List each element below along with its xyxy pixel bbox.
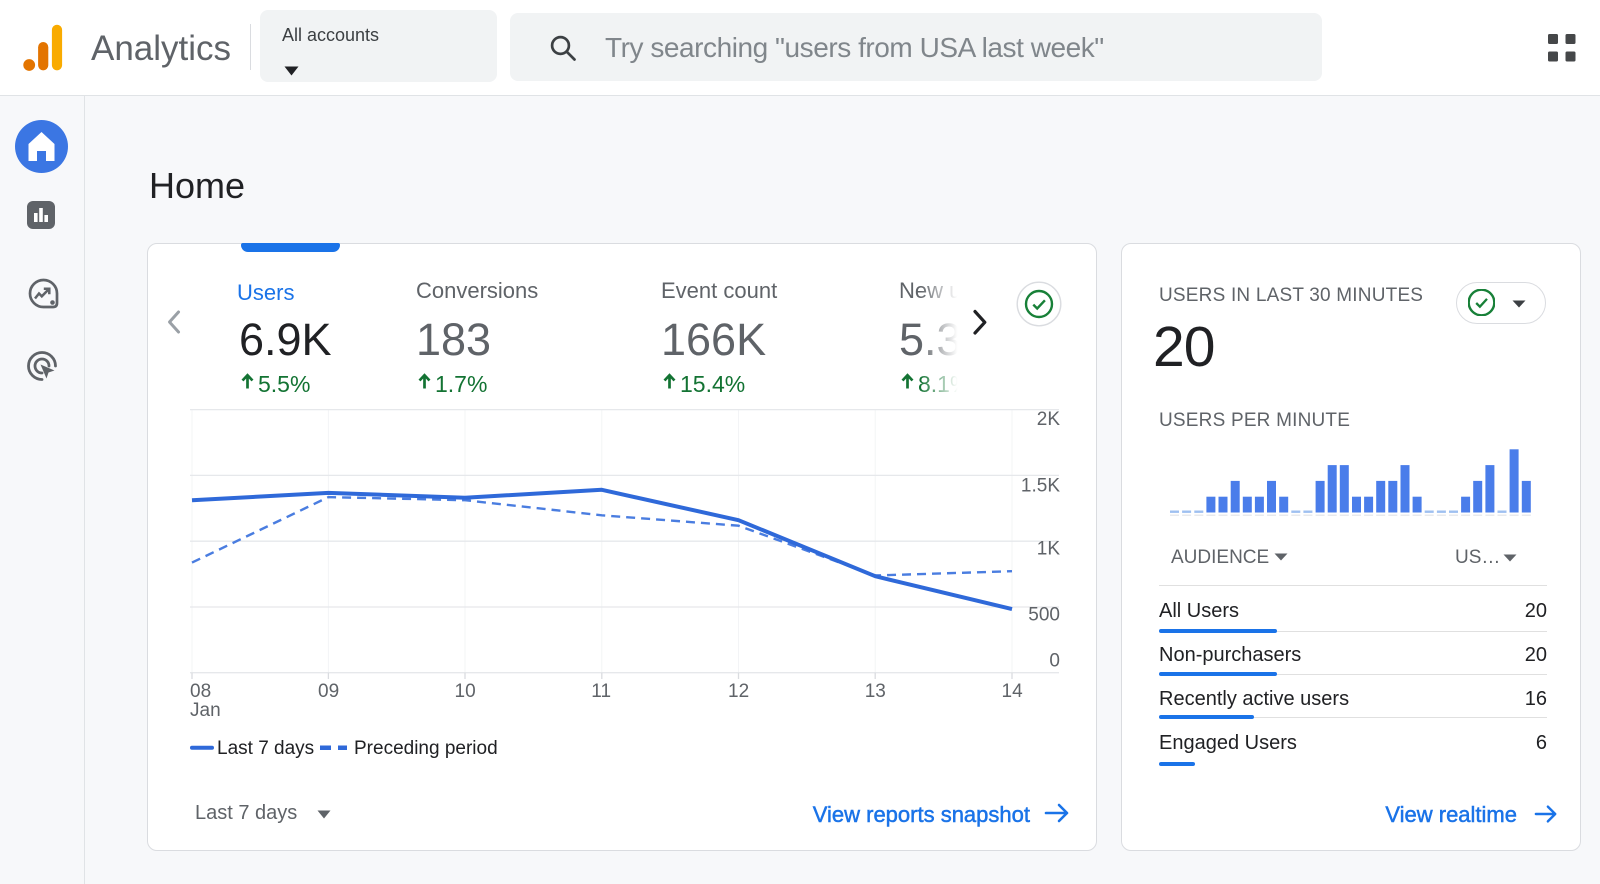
svg-text:11: 11 [591,681,611,702]
svg-text:1.5K: 1.5K [1021,475,1060,496]
svg-text:Last 7 days: Last 7 days [217,738,314,759]
svg-text:10: 10 [455,681,476,702]
svg-text:1K: 1K [1037,539,1061,560]
svg-text:Jan: Jan [190,700,221,721]
svg-text:Preceding period: Preceding period [354,738,498,759]
svg-text:12: 12 [728,681,749,702]
svg-text:0: 0 [1049,651,1060,672]
svg-text:500: 500 [1028,604,1060,625]
svg-text:09: 09 [318,681,339,702]
svg-text:14: 14 [1002,681,1024,702]
svg-text:13: 13 [865,681,886,702]
svg-text:2K: 2K [1037,409,1061,430]
svg-text:08: 08 [190,681,211,702]
